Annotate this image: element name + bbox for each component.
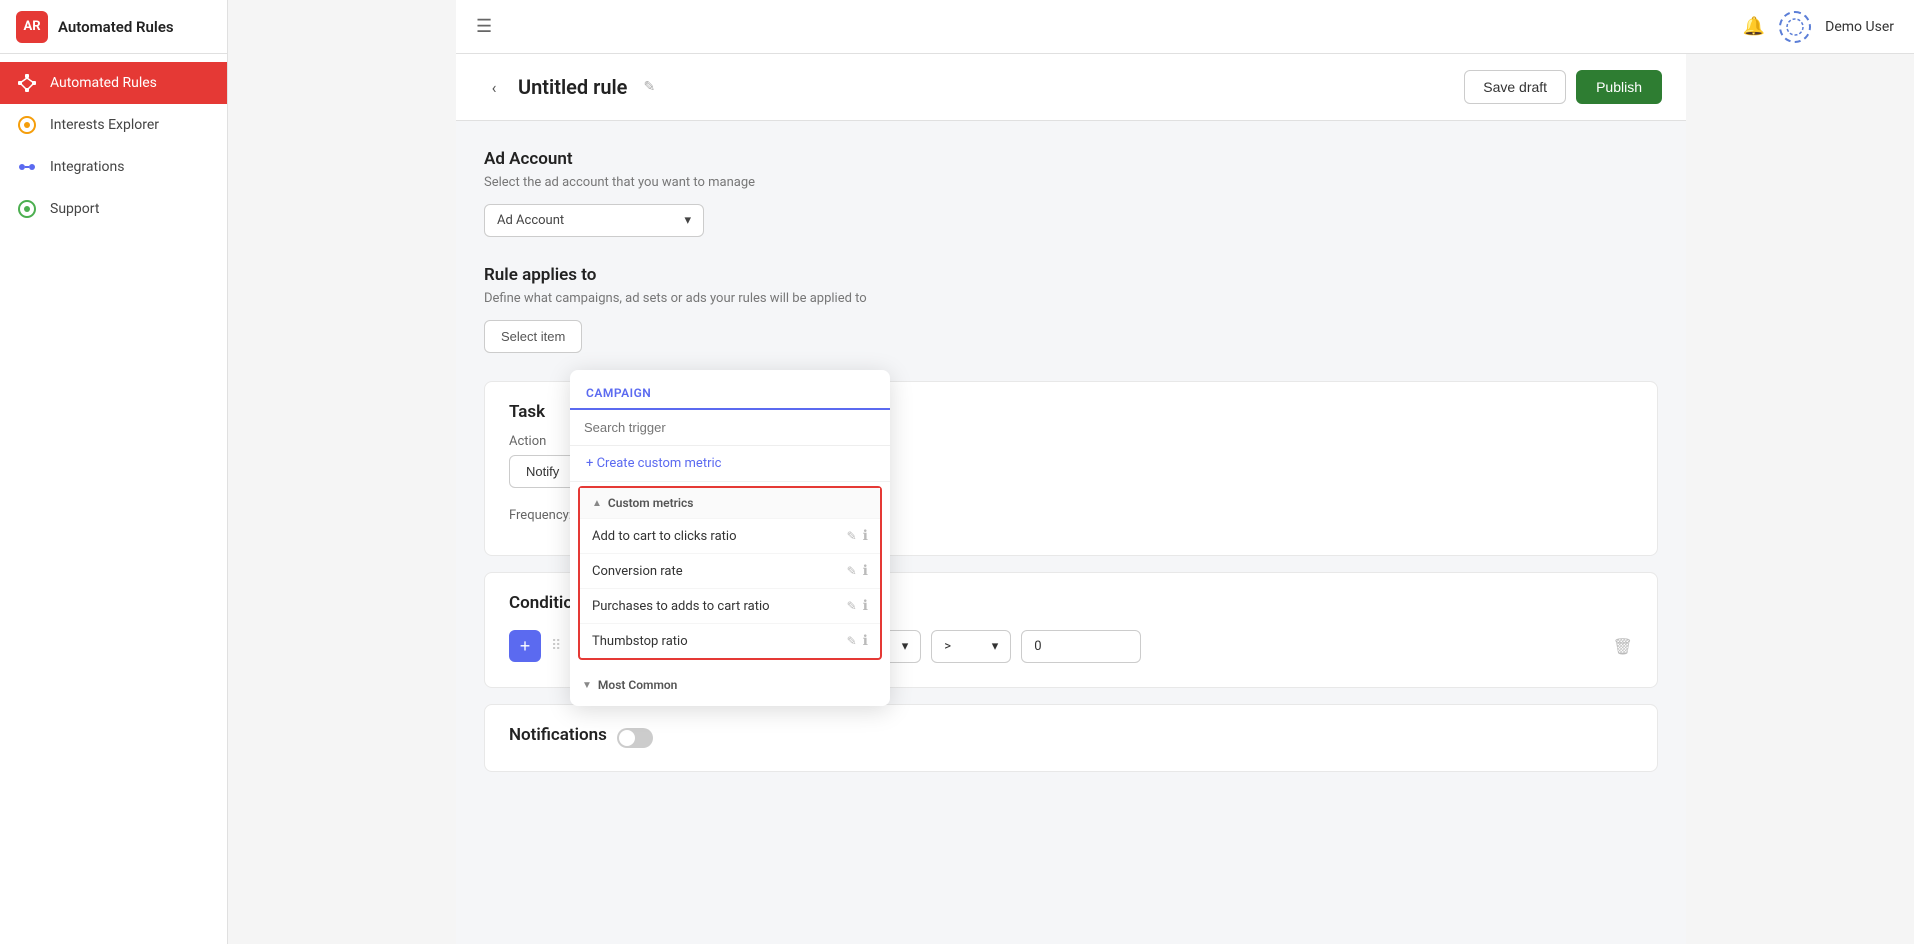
sidebar-header: AR Automated Rules: [0, 0, 227, 54]
ad-account-dropdown[interactable]: Ad Account ▾: [484, 204, 704, 237]
ad-account-dropdown-label: Ad Account: [497, 213, 564, 228]
metric-info-icon[interactable]: ℹ: [863, 563, 868, 579]
notifications-row: Notifications: [509, 725, 1633, 751]
integrations-icon: [16, 156, 38, 178]
publish-button[interactable]: Publish: [1576, 70, 1662, 104]
ad-account-title: Ad Account: [484, 149, 1658, 169]
drag-handle: ⠿: [551, 638, 561, 654]
metric-item-thumbstop[interactable]: Thumbstop ratio ✎ ℹ: [580, 623, 880, 658]
automated-rules-icon: [16, 72, 38, 94]
metric-item-add-to-cart[interactable]: Add to cart to clicks ratio ✎ ℹ: [580, 518, 880, 553]
metric-edit-icon[interactable]: ✎: [847, 634, 857, 648]
chevron-down-icon: ▾: [684, 213, 691, 228]
most-common-section: ▼ Most Common: [570, 664, 890, 706]
edit-title-icon[interactable]: ✎: [643, 79, 655, 95]
metric-info-icon[interactable]: ℹ: [863, 598, 868, 614]
sidebar-item-label-support: Support: [50, 201, 99, 217]
rule-applies-description: Define what campaigns, ad sets or ads yo…: [484, 291, 1658, 306]
metric-info-icon[interactable]: ℹ: [863, 633, 868, 649]
notifications-title: Notifications: [509, 725, 607, 745]
search-trigger-input[interactable]: [570, 410, 890, 446]
page-title: Untitled rule: [518, 75, 627, 99]
back-button[interactable]: ‹: [480, 73, 508, 101]
custom-metrics-header: ▲ Custom metrics: [580, 488, 880, 518]
notify-button[interactable]: Notify: [509, 455, 576, 488]
content-header: ‹ Untitled rule ✎ Save draft Publish: [456, 54, 1686, 121]
metric-item-conversion-rate[interactable]: Conversion rate ✎ ℹ: [580, 553, 880, 588]
sidebar-item-interests-explorer[interactable]: Interests Explorer: [0, 104, 227, 146]
metric-actions: ✎ ℹ: [847, 598, 868, 614]
save-draft-button[interactable]: Save draft: [1464, 70, 1566, 104]
custom-metrics-section: ▲ Custom metrics Add to cart to clicks r…: [578, 486, 882, 660]
metric-actions: ✎ ℹ: [847, 563, 868, 579]
campaign-tab[interactable]: CAMPAIGN: [586, 386, 651, 410]
header-buttons: Save draft Publish: [1464, 70, 1662, 104]
ad-account-section: Ad Account Select the ad account that yo…: [484, 149, 1658, 237]
metric-edit-icon[interactable]: ✎: [847, 564, 857, 578]
metric-edit-icon[interactable]: ✎: [847, 599, 857, 613]
ad-account-description: Select the ad account that you want to m…: [484, 175, 1658, 190]
topnav-left: ☰: [476, 16, 492, 37]
sidebar-nav: Automated Rules Interests Explorer Integ…: [0, 54, 227, 238]
frequency-label: Frequency:: [509, 508, 572, 523]
delete-condition-button[interactable]: 🗑: [1613, 637, 1633, 656]
sidebar-item-support[interactable]: Support: [0, 188, 227, 230]
chevron-down-icon: ▾: [992, 639, 999, 654]
rule-applies-title: Rule applies to: [484, 265, 1658, 285]
select-item-button[interactable]: Select item: [484, 320, 582, 353]
user-avatar: [1779, 11, 1811, 43]
sidebar-item-integrations[interactable]: Integrations: [0, 146, 227, 188]
sidebar-item-label-interests: Interests Explorer: [50, 117, 159, 133]
trigger-dropdown-overlay: CAMPAIGN + Create custom metric ▲ Custom…: [570, 370, 890, 706]
sidebar-logo: AR: [16, 11, 48, 43]
chevron-up-icon: ▲: [592, 498, 602, 509]
operator-dropdown[interactable]: > ▾: [931, 630, 1011, 663]
metric-actions: ✎ ℹ: [847, 528, 868, 544]
metric-edit-icon[interactable]: ✎: [847, 529, 857, 543]
create-custom-metric-link[interactable]: + Create custom metric: [570, 446, 890, 482]
most-common-header: ▼ Most Common: [582, 672, 878, 698]
topnav-right: 🔔 Demo User: [1743, 11, 1894, 43]
chevron-down-icon: ▼: [582, 680, 592, 691]
sidebar: AR Automated Rules Automated Rules: [0, 0, 228, 944]
notifications-section: Notifications: [484, 704, 1658, 772]
add-condition-button[interactable]: +: [509, 630, 541, 662]
dropdown-tab-bar: CAMPAIGN: [570, 370, 890, 410]
metric-item-purchases[interactable]: Purchases to adds to cart ratio ✎ ℹ: [580, 588, 880, 623]
value-input[interactable]: 0: [1021, 630, 1141, 663]
sidebar-item-label-integrations: Integrations: [50, 159, 124, 175]
bell-icon[interactable]: 🔔: [1743, 16, 1765, 37]
notifications-toggle[interactable]: [617, 728, 653, 748]
metric-info-icon[interactable]: ℹ: [863, 528, 868, 544]
sidebar-item-label-automated-rules: Automated Rules: [50, 75, 157, 91]
top-navigation: ☰ 🔔 Demo User: [456, 0, 1914, 54]
rule-applies-section: Rule applies to Define what campaigns, a…: [484, 265, 1658, 353]
sidebar-title: Automated Rules: [58, 18, 174, 36]
user-name: Demo User: [1825, 19, 1894, 35]
dropdown-scroll: ▲ Custom metrics Add to cart to clicks r…: [570, 482, 890, 706]
hamburger-icon[interactable]: ☰: [476, 16, 492, 37]
metric-actions: ✎ ℹ: [847, 633, 868, 649]
interests-explorer-icon: [16, 114, 38, 136]
chevron-down-icon: ▾: [902, 639, 909, 654]
sidebar-item-automated-rules[interactable]: Automated Rules: [0, 62, 227, 104]
support-icon: [16, 198, 38, 220]
content-header-left: ‹ Untitled rule ✎: [480, 73, 655, 101]
